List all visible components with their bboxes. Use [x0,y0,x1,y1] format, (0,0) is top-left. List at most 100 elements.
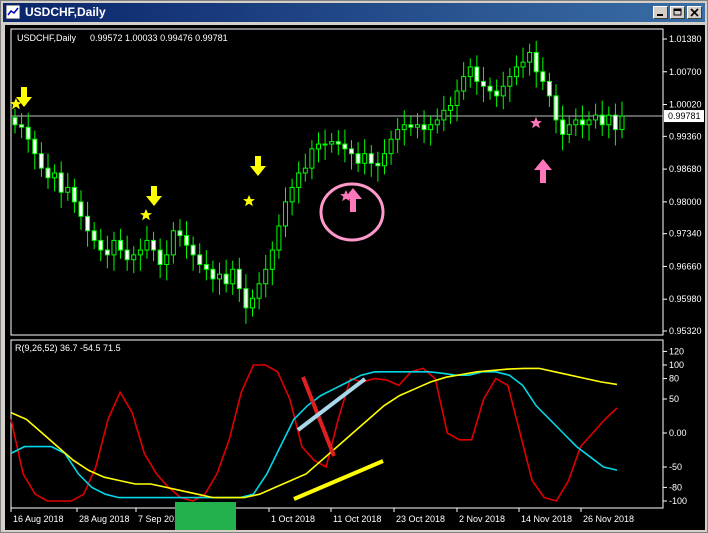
candle-body [71,186,77,203]
price-tick-label: 1.00700 [669,67,702,77]
candle-body [263,268,269,285]
candle-body [283,201,289,227]
candle-body [217,273,223,280]
price-tick-label: 0.95320 [669,326,702,336]
candle-body [137,249,143,256]
candle-body [612,114,618,131]
candle-body [236,268,242,290]
candle-body [593,114,599,121]
candle-body [447,104,453,111]
candle-body [348,148,354,155]
candle-body [566,124,572,135]
candle-body [302,167,308,174]
candle-body [144,239,150,251]
candle-body [461,76,467,92]
indicator-tick-label: -80 [669,482,682,492]
candle-body [428,124,434,131]
candle-body [269,249,275,270]
indicator-tick-label: 100 [669,360,684,370]
candle-body [599,114,605,126]
chart-area[interactable]: USDCHF,Daily 0.99572 1.00033 0.99476 0.9… [5,25,705,530]
price-tick-label: 0.99360 [669,131,702,141]
time-tick-label: 14 Nov 2018 [521,514,572,524]
indicator-tick-label: 50 [669,394,679,404]
indicator-axis: 120 100 80 50 0.00 -50 -80 -100 [663,346,687,506]
candle-body [289,186,295,203]
candle-body [454,90,460,106]
indicator-tick-label: -50 [669,462,682,472]
candle-body [540,71,546,82]
price-tick-label: 0.98680 [669,164,702,174]
candle-body [606,114,612,126]
candle-body [381,153,387,167]
time-tick-label: 26 Nov 2018 [583,514,634,524]
candle-body [38,153,44,169]
candle-body [388,138,394,155]
ohlc-label: 0.99572 1.00033 0.99476 0.99781 [90,33,228,43]
candle-body [184,235,190,246]
price-axis: 1.01380 1.00700 1.00020 0.99360 0.98680 0.980… [663,34,704,336]
candle-body [104,249,110,256]
candle-body [309,148,315,169]
close-icon [690,8,699,17]
candle-body [375,162,381,167]
candle-body [401,124,407,131]
candle-body [553,95,559,121]
candle-body [12,117,18,126]
candle-body [579,119,585,126]
candle-body [329,141,335,145]
candle-body [210,268,216,280]
close-button[interactable] [687,6,702,19]
candle-body [362,153,368,164]
minimize-icon [657,14,663,16]
time-tick-label: 11 Oct 2018 [333,514,381,524]
chart-svg[interactable]: USDCHF,Daily 0.99572 1.00033 0.99476 0.9… [5,25,705,530]
candle-body [487,85,493,92]
candle-body [65,186,71,193]
candle-body [513,66,519,78]
time-tick-label: 2 Nov 2018 [459,514,505,524]
minimize-button[interactable] [653,6,668,19]
indicator-tick-label: -100 [669,496,687,506]
candle-body [500,85,506,97]
candle-body [151,239,157,251]
candle-body [45,167,51,179]
time-tick-label: 16 Aug 2018 [13,514,64,524]
candle-body [157,249,163,266]
candle-body [335,141,341,145]
time-tick-label: 28 Aug 2018 [79,514,130,524]
candle-body [560,119,566,135]
price-tick-label: 1.01380 [669,34,702,44]
price-tick-label: 0.97340 [669,229,702,239]
candle-body [177,230,183,237]
candle-body [316,143,321,150]
candle-body [527,51,533,63]
candle-body [619,115,625,131]
candle-body [111,239,117,256]
candle-body [441,109,447,121]
price-tick-label: 0.95980 [669,294,702,304]
candle-body [494,90,500,97]
candle-body [480,80,486,87]
candle-body [32,138,38,155]
candle-body [573,119,579,126]
time-axis: 16 Aug 2018 28 Aug 2018 7 Sep 2018 1 Oct 20… [10,508,634,524]
candle-body [91,230,97,241]
candle-body [533,51,539,73]
candle-body [52,172,58,179]
candle-body [256,283,262,299]
candle-body [546,80,552,97]
candle-body [170,230,176,256]
price-panel-symbol-label: USDCHF,Daily [17,33,77,43]
price-tick-label: 0.98000 [669,197,702,207]
candle-body [368,153,374,164]
candle-body [164,254,170,266]
maximize-button[interactable] [670,6,685,19]
candle-body [223,273,229,285]
candle-body [414,124,420,128]
candle-body [131,254,137,261]
candle-body [276,225,282,251]
candle-body [243,288,249,309]
indicator-label: R(9,26,52) 36.7 -54.5 71.5 [15,343,121,353]
candle-body [322,143,328,146]
